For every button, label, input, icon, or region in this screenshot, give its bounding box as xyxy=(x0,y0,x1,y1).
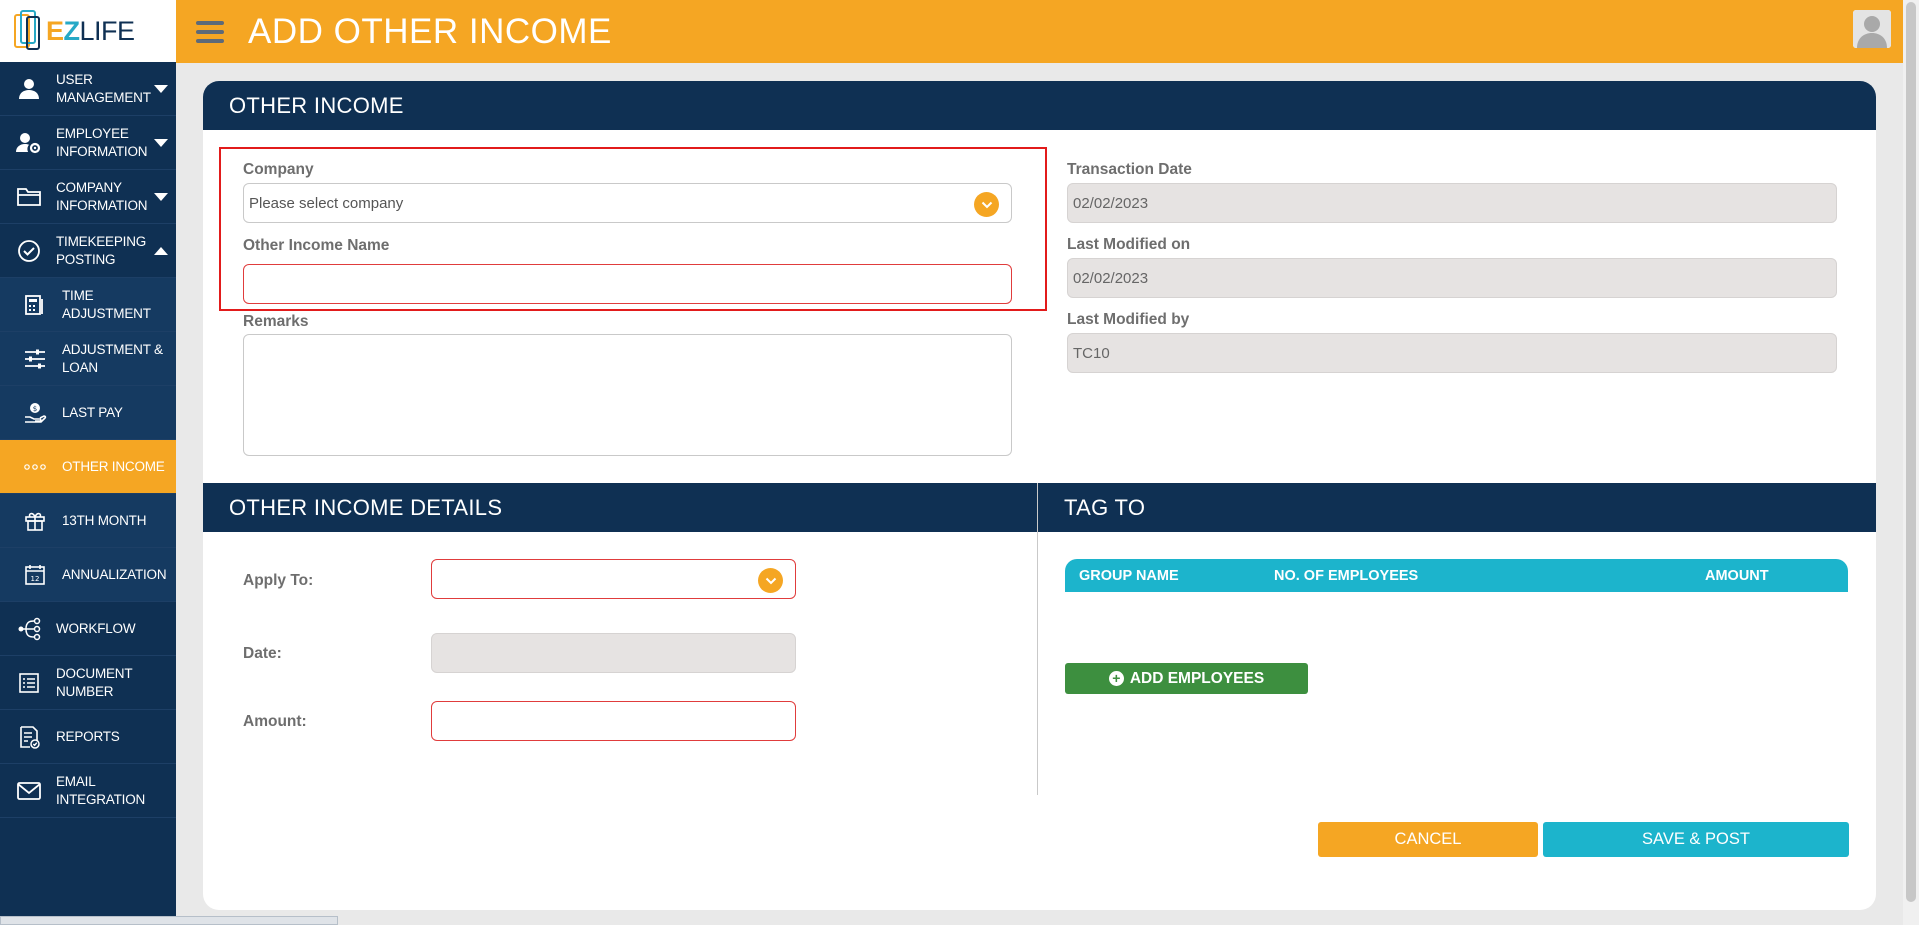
sidebar-item-company-information[interactable]: COMPANY INFORMATION xyxy=(0,170,176,224)
add-employees-button[interactable]: + ADD EMPLOYEES xyxy=(1065,663,1308,694)
sidebar-item-last-pay[interactable]: $ LAST PAY xyxy=(0,386,176,440)
cancel-button[interactable]: CANCEL xyxy=(1318,822,1538,857)
sidebar-item-label: TIMEKEEPING POSTING xyxy=(56,233,147,267)
report-icon xyxy=(14,723,44,751)
brand-name: EZLIFE xyxy=(46,15,135,46)
company-select[interactable]: Please select company xyxy=(243,183,1012,223)
avatar[interactable] xyxy=(1853,10,1891,48)
apply-to-select[interactable] xyxy=(431,559,796,599)
sidebar-item-document-number[interactable]: DOCUMENT NUMBER xyxy=(0,656,176,710)
plus-circle-icon: + xyxy=(1108,671,1124,686)
svg-text:$: $ xyxy=(33,405,37,413)
hand-money-icon: $ xyxy=(20,399,50,427)
amount-input[interactable] xyxy=(431,701,796,741)
sidebar-item-label: EMPLOYEE INFORMATION xyxy=(56,125,148,159)
chevron-down-icon[interactable] xyxy=(758,568,783,593)
other-income-card: OTHER INCOME Company Please select compa… xyxy=(203,81,1876,910)
chevron-down-icon xyxy=(154,192,168,201)
check-circle-icon xyxy=(14,237,44,265)
top-header: ADD OTHER INCOME xyxy=(176,0,1903,63)
transaction-date-label: Transaction Date xyxy=(1067,161,1192,178)
other-income-name-label: Other Income Name xyxy=(243,237,390,254)
last-modified-by-field: TC10 xyxy=(1067,333,1837,373)
sidebar-item-label: ANNUALIZATION xyxy=(62,566,167,582)
browser-status-bar xyxy=(0,916,338,925)
dots-icon xyxy=(20,453,50,481)
svg-text:12: 12 xyxy=(31,575,40,583)
logo-mark-icon xyxy=(12,10,42,52)
calculator-icon xyxy=(20,291,50,319)
sidebar-item-user-management[interactable]: USER MANAGEMENT xyxy=(0,62,176,116)
company-select-value: Please select company xyxy=(249,194,404,212)
page-title: ADD OTHER INCOME xyxy=(248,11,612,51)
other-income-name-input[interactable] xyxy=(243,264,1012,304)
save-post-button[interactable]: SAVE & POST xyxy=(1543,822,1849,857)
gift-icon xyxy=(20,507,50,535)
calendar-icon: 12 xyxy=(20,561,50,589)
sidebar-item-label: 13TH MONTH xyxy=(62,512,147,528)
sidebar-item-label: LAST PAY xyxy=(62,404,123,420)
last-modified-by-label: Last Modified by xyxy=(1067,311,1190,328)
sidebar-item-reports[interactable]: REPORTS xyxy=(0,710,176,764)
section-title-other-income: OTHER INCOME xyxy=(203,81,1876,130)
scrollbar-thumb[interactable] xyxy=(1906,2,1916,902)
section-divider xyxy=(1037,483,1038,795)
sliders-icon xyxy=(20,345,50,373)
sidebar-item-label: EMAIL INTEGRATION xyxy=(56,773,146,807)
section-title-other-income-details: OTHER INCOME DETAILS xyxy=(203,483,1037,532)
section-title-tag-to: TAG TO xyxy=(1038,483,1876,532)
document-list-icon xyxy=(14,669,44,697)
sidebar-item-annualization[interactable]: 12 ANNUALIZATION xyxy=(0,548,176,602)
page-scrollbar[interactable] xyxy=(1903,0,1919,925)
chevron-down-icon[interactable] xyxy=(974,192,999,217)
sidebar-item-adjustment-loan[interactable]: ADJUSTMENT & LOAN xyxy=(0,332,176,386)
last-modified-on-field: 02/02/2023 xyxy=(1067,258,1837,298)
sidebar-item-label: TIME ADJUSTMENT xyxy=(62,287,151,321)
last-modified-on-label: Last Modified on xyxy=(1067,236,1191,253)
folder-icon xyxy=(14,183,44,211)
sidebar-item-label: OTHER INCOME xyxy=(62,458,165,474)
user-icon xyxy=(14,75,44,103)
sidebar-item-label: COMPANY INFORMATION xyxy=(56,179,148,213)
remarks-label: Remarks xyxy=(243,313,309,330)
tag-to-table-header: GROUP NAME NO. OF EMPLOYEES AMOUNT xyxy=(1065,559,1848,592)
sidebar-item-email-integration[interactable]: EMAIL INTEGRATION xyxy=(0,764,176,818)
column-header-amount: AMOUNT xyxy=(1705,568,1769,584)
sidebar-item-other-income[interactable]: OTHER INCOME xyxy=(0,440,176,494)
sidebar-item-workflow[interactable]: WORKFLOW xyxy=(0,602,176,656)
chevron-down-icon xyxy=(154,84,168,93)
sidebar-item-time-adjustment[interactable]: TIME ADJUSTMENT xyxy=(0,278,176,332)
sidebar-item-label: REPORTS xyxy=(56,728,120,744)
transaction-date-field: 02/02/2023 xyxy=(1067,183,1837,223)
amount-label: Amount: xyxy=(243,713,307,730)
sidebar-item-label: ADJUSTMENT & LOAN xyxy=(62,341,163,375)
apply-to-label: Apply To: xyxy=(243,572,314,589)
column-header-group-name: GROUP NAME xyxy=(1079,568,1179,584)
sidebar-item-label: DOCUMENT NUMBER xyxy=(56,665,133,699)
chevron-down-icon xyxy=(154,138,168,147)
company-label: Company xyxy=(243,161,314,178)
date-label: Date: xyxy=(243,645,282,662)
workflow-icon xyxy=(14,615,44,643)
sidebar-item-label: WORKFLOW xyxy=(56,620,136,636)
sidebar-item-timekeeping-posting[interactable]: TIMEKEEPING POSTING xyxy=(0,224,176,278)
sidebar-item-employee-information[interactable]: EMPLOYEE INFORMATION xyxy=(0,116,176,170)
add-employees-label: ADD EMPLOYEES xyxy=(1129,669,1265,687)
sidebar-item-label: USER MANAGEMENT xyxy=(56,71,151,105)
remarks-textarea[interactable] xyxy=(243,334,1012,456)
brand-logo[interactable]: EZLIFE xyxy=(0,0,176,62)
hamburger-menu-icon[interactable] xyxy=(196,16,224,48)
sidebar: EZLIFE USER MANAGEMENT EMPLOYEE INFORMAT… xyxy=(0,0,176,925)
date-field xyxy=(431,633,796,673)
sidebar-item-13th-month[interactable]: 13TH MONTH xyxy=(0,494,176,548)
mail-icon xyxy=(14,777,44,805)
employee-settings-icon xyxy=(14,129,44,157)
chevron-up-icon xyxy=(154,246,168,255)
column-header-no-of-employees: NO. OF EMPLOYEES xyxy=(1274,568,1419,584)
user-avatar-icon xyxy=(1853,10,1891,48)
